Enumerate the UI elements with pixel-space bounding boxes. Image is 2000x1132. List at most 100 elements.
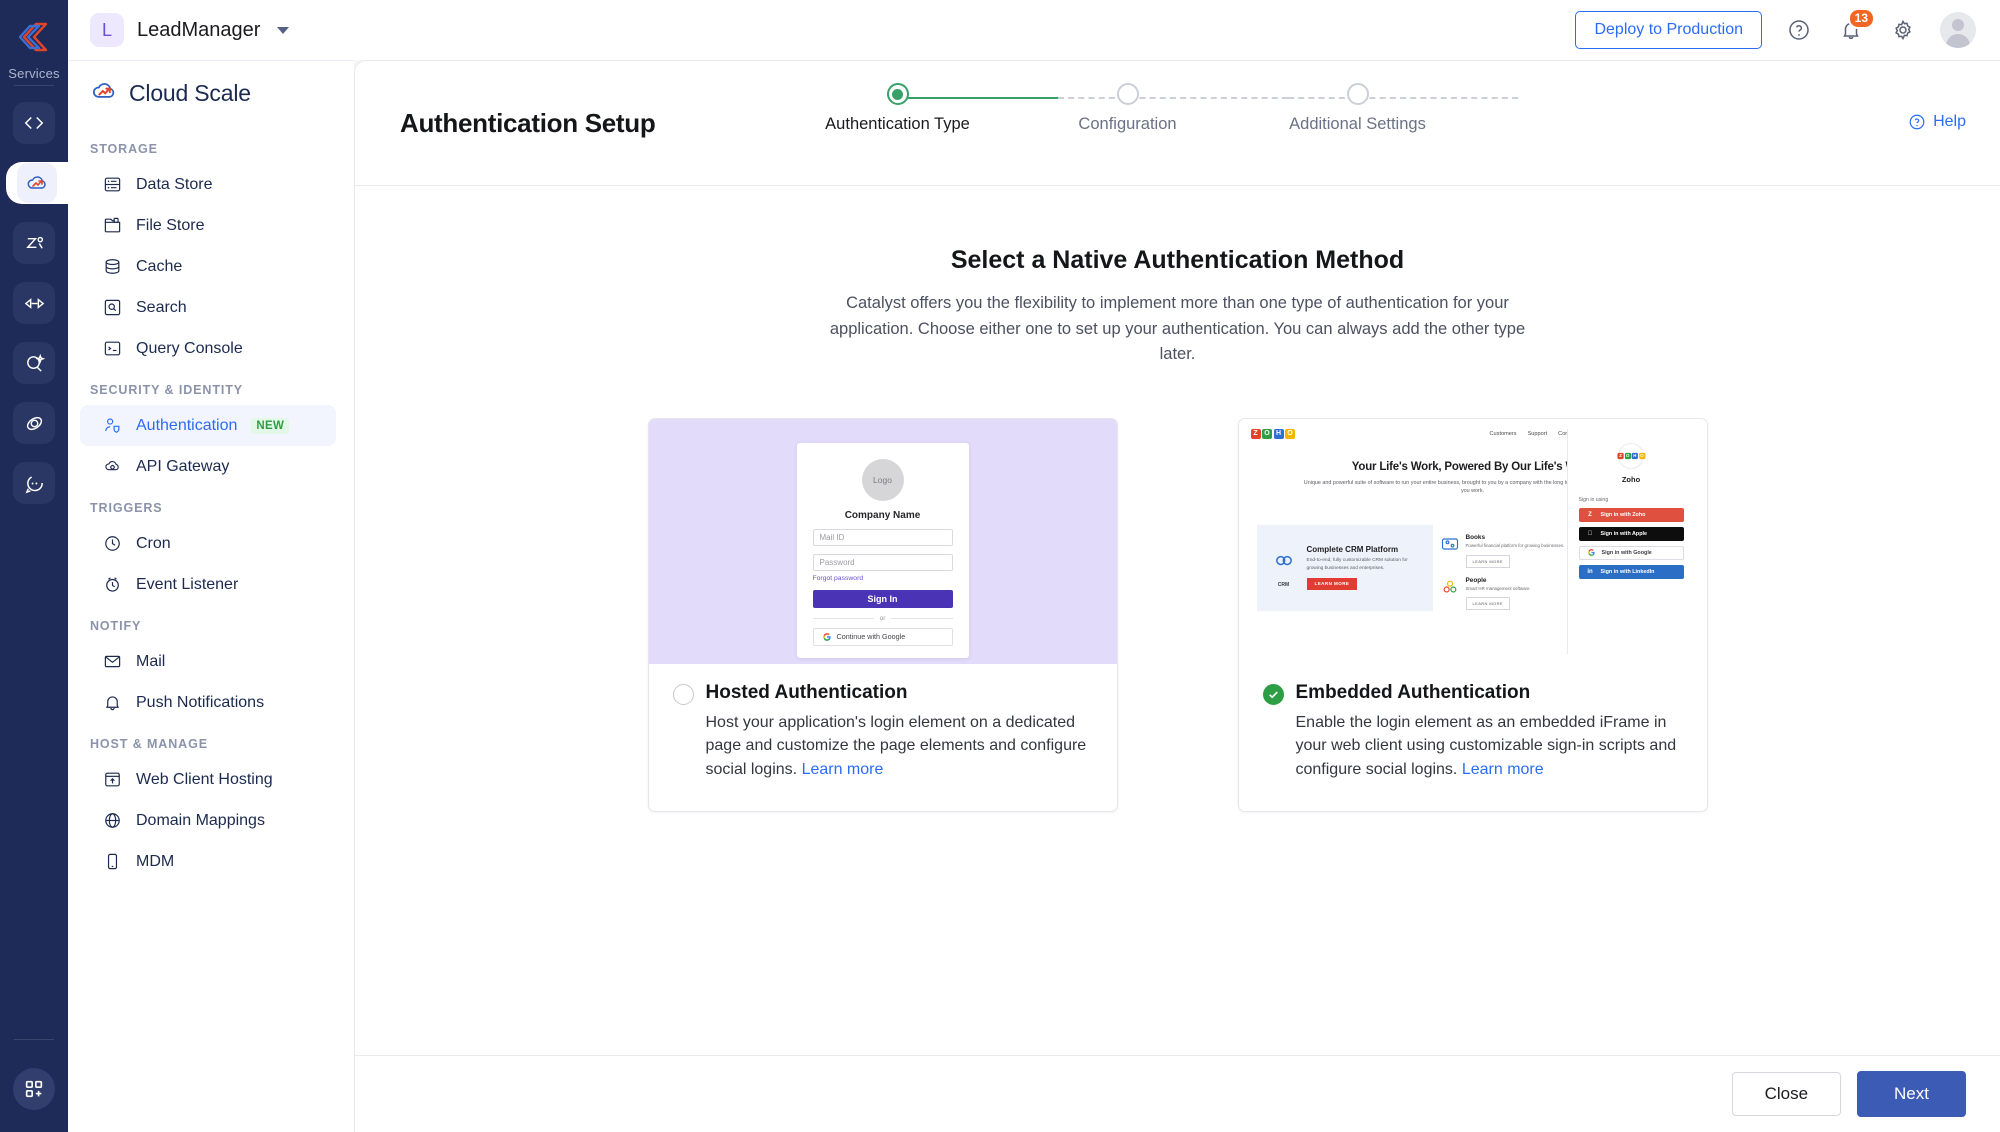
sidebar-item-web-client-hosting[interactable]: Web Client Hosting: [80, 759, 336, 800]
help-link[interactable]: Help: [1908, 113, 1966, 131]
app-root: Services: [0, 0, 2000, 1132]
section-heading: Select a Native Authentication Method: [355, 246, 2000, 275]
featured-app-books: Books Powerful financial platform for gr…: [1440, 534, 1565, 568]
zoho-z-icon: Z: [1586, 510, 1595, 519]
featured-app-name: Books: [1466, 534, 1565, 541]
status-badge: NEW: [251, 418, 289, 434]
rail-item-code[interactable]: [13, 102, 55, 144]
section-description: Catalyst offers you the flexibility to i…: [813, 291, 1543, 368]
help-link-label: Help: [1933, 113, 1966, 131]
auth-method-cards: Logo Company Name Mail ID Password Forgo…: [355, 418, 2000, 813]
sidebar: L LeadManager Cloud Scale STORAGE Da: [68, 0, 354, 1132]
signin-using-label: Sign in using: [1579, 497, 1684, 503]
google-button-label: Continue with Google: [837, 632, 906, 641]
sidebar-section-title: Cloud Scale: [129, 80, 251, 107]
services-rail: Services: [0, 0, 68, 1132]
radio-hosted-authentication[interactable]: [673, 684, 694, 705]
gear-icon[interactable]: [1888, 15, 1918, 45]
notification-count-badge: 13: [1848, 8, 1875, 29]
featured-app-desc: Smart HR management software.: [1466, 586, 1531, 593]
sidebar-item-mail[interactable]: Mail: [80, 641, 336, 682]
step-label-3: Additional Settings: [1289, 115, 1426, 134]
learn-more-link[interactable]: Learn more: [802, 761, 884, 778]
sidebar-item-event-listener[interactable]: Event Listener: [80, 564, 336, 605]
next-button[interactable]: Next: [1857, 1071, 1966, 1117]
sidebar-item-label: Push Notifications: [136, 694, 264, 712]
login-form-preview: Logo Company Name Mail ID Password Forgo…: [797, 443, 969, 658]
sign-in-button-preview: Sign In: [813, 590, 953, 608]
wizard-header: Authentication Setup Authentication Type…: [355, 61, 2000, 186]
nav-link: Customers: [1490, 431, 1517, 437]
sidebar-item-data-store[interactable]: Data Store: [80, 164, 336, 205]
notifications-button[interactable]: 13: [1836, 15, 1866, 45]
step-connector-1: [898, 97, 1058, 99]
signin-button-label: Sign in with LinkedIn: [1601, 569, 1655, 575]
avatar[interactable]: [1940, 12, 1976, 48]
bell-icon: [102, 693, 122, 713]
globe-icon: [102, 811, 122, 831]
card-hosted-authentication[interactable]: Logo Company Name Mail ID Password Forgo…: [648, 418, 1118, 813]
sidebar-item-label: Cache: [136, 258, 182, 276]
hosted-auth-preview: Logo Company Name Mail ID Password Forgo…: [649, 419, 1117, 664]
sidebar-item-mdm[interactable]: MDM: [80, 841, 336, 882]
embedded-signin-panel: Z O H O Zoho Sign in using: [1567, 429, 1695, 654]
event-listener-icon: [102, 575, 122, 595]
cron-icon: [102, 534, 122, 554]
radio-embedded-authentication[interactable]: [1263, 684, 1284, 705]
sidebar-item-query-console[interactable]: Query Console: [80, 328, 336, 369]
step-dot-1[interactable]: [887, 83, 909, 105]
rail-item-smartbrowz[interactable]: [13, 342, 55, 384]
featured-app-name: People: [1466, 577, 1531, 584]
step-connector-3: [1288, 97, 1518, 99]
sidebar-item-cache[interactable]: Cache: [80, 246, 336, 287]
sidebar-item-label: File Store: [136, 217, 204, 235]
sidebar-item-search[interactable]: Search: [80, 287, 336, 328]
step-dot-2[interactable]: [1117, 83, 1139, 105]
wizard-footer: Close Next: [355, 1055, 2000, 1132]
catalyst-logo-icon[interactable]: [11, 14, 57, 60]
step-label-2: Configuration: [1078, 115, 1176, 134]
api-gateway-icon: [102, 457, 122, 477]
app-switcher[interactable]: L LeadManager: [68, 0, 354, 60]
apple-icon: : [1586, 529, 1595, 538]
or-label: or: [880, 615, 886, 622]
crm-icon: [1271, 548, 1297, 574]
help-icon[interactable]: [1784, 15, 1814, 45]
rail-item-quickml[interactable]: [13, 402, 55, 444]
question-circle-icon: [1908, 113, 1926, 131]
card-embedded-authentication[interactable]: Z O H O Customers Support Contact Sales: [1238, 418, 1708, 813]
nav-link: Support: [1528, 431, 1548, 437]
preview-crm-box: CRM Complete CRM Platform End-to-end, fu…: [1257, 525, 1433, 611]
rail-item-circuit-chat[interactable]: [13, 462, 55, 504]
main-area: Deploy to Production 13 Authentication S…: [354, 0, 2000, 1132]
crm-learn-more-button: LEARN MORE: [1307, 578, 1358, 590]
sidebar-item-label: Web Client Hosting: [136, 771, 273, 789]
step-dot-3[interactable]: [1347, 83, 1369, 105]
wizard-body: Select a Native Authentication Method Ca…: [355, 186, 2000, 1055]
mdm-icon: [102, 852, 122, 872]
chevron-down-icon[interactable]: [277, 27, 289, 34]
rail-bottom-area: [0, 1068, 68, 1110]
sidebar-section-header: Cloud Scale: [68, 60, 354, 120]
deploy-to-production-button[interactable]: Deploy to Production: [1575, 11, 1762, 49]
mail-icon: [102, 652, 122, 672]
sidebar-item-domain-mappings[interactable]: Domain Mappings: [80, 800, 336, 841]
apps-grid-add-icon[interactable]: [13, 1068, 55, 1110]
rail-item-devops[interactable]: [13, 282, 55, 324]
sidebar-item-cron[interactable]: Cron: [80, 523, 336, 564]
card-description: Host your application's login element on…: [706, 714, 1087, 778]
sidebar-item-label: Domain Mappings: [136, 812, 265, 830]
learn-more-link[interactable]: Learn more: [1462, 761, 1544, 778]
rail-item-cloud-scale[interactable]: [6, 162, 68, 204]
sidebar-item-api-gateway[interactable]: API Gateway: [80, 446, 336, 487]
card-title: Hosted Authentication: [706, 682, 1093, 704]
close-button[interactable]: Close: [1732, 1072, 1841, 1116]
sidebar-item-authentication[interactable]: Authentication NEW: [80, 405, 336, 446]
rail-item-zia[interactable]: [13, 222, 55, 264]
sidebar-item-push-notifications[interactable]: Push Notifications: [80, 682, 336, 723]
sidebar-item-file-store[interactable]: File Store: [80, 205, 336, 246]
rail-icon-list: [0, 102, 68, 504]
sidebar-item-label: Data Store: [136, 176, 212, 194]
nav-group-triggers-label: TRIGGERS: [68, 487, 354, 523]
sidebar-item-label: API Gateway: [136, 458, 229, 476]
